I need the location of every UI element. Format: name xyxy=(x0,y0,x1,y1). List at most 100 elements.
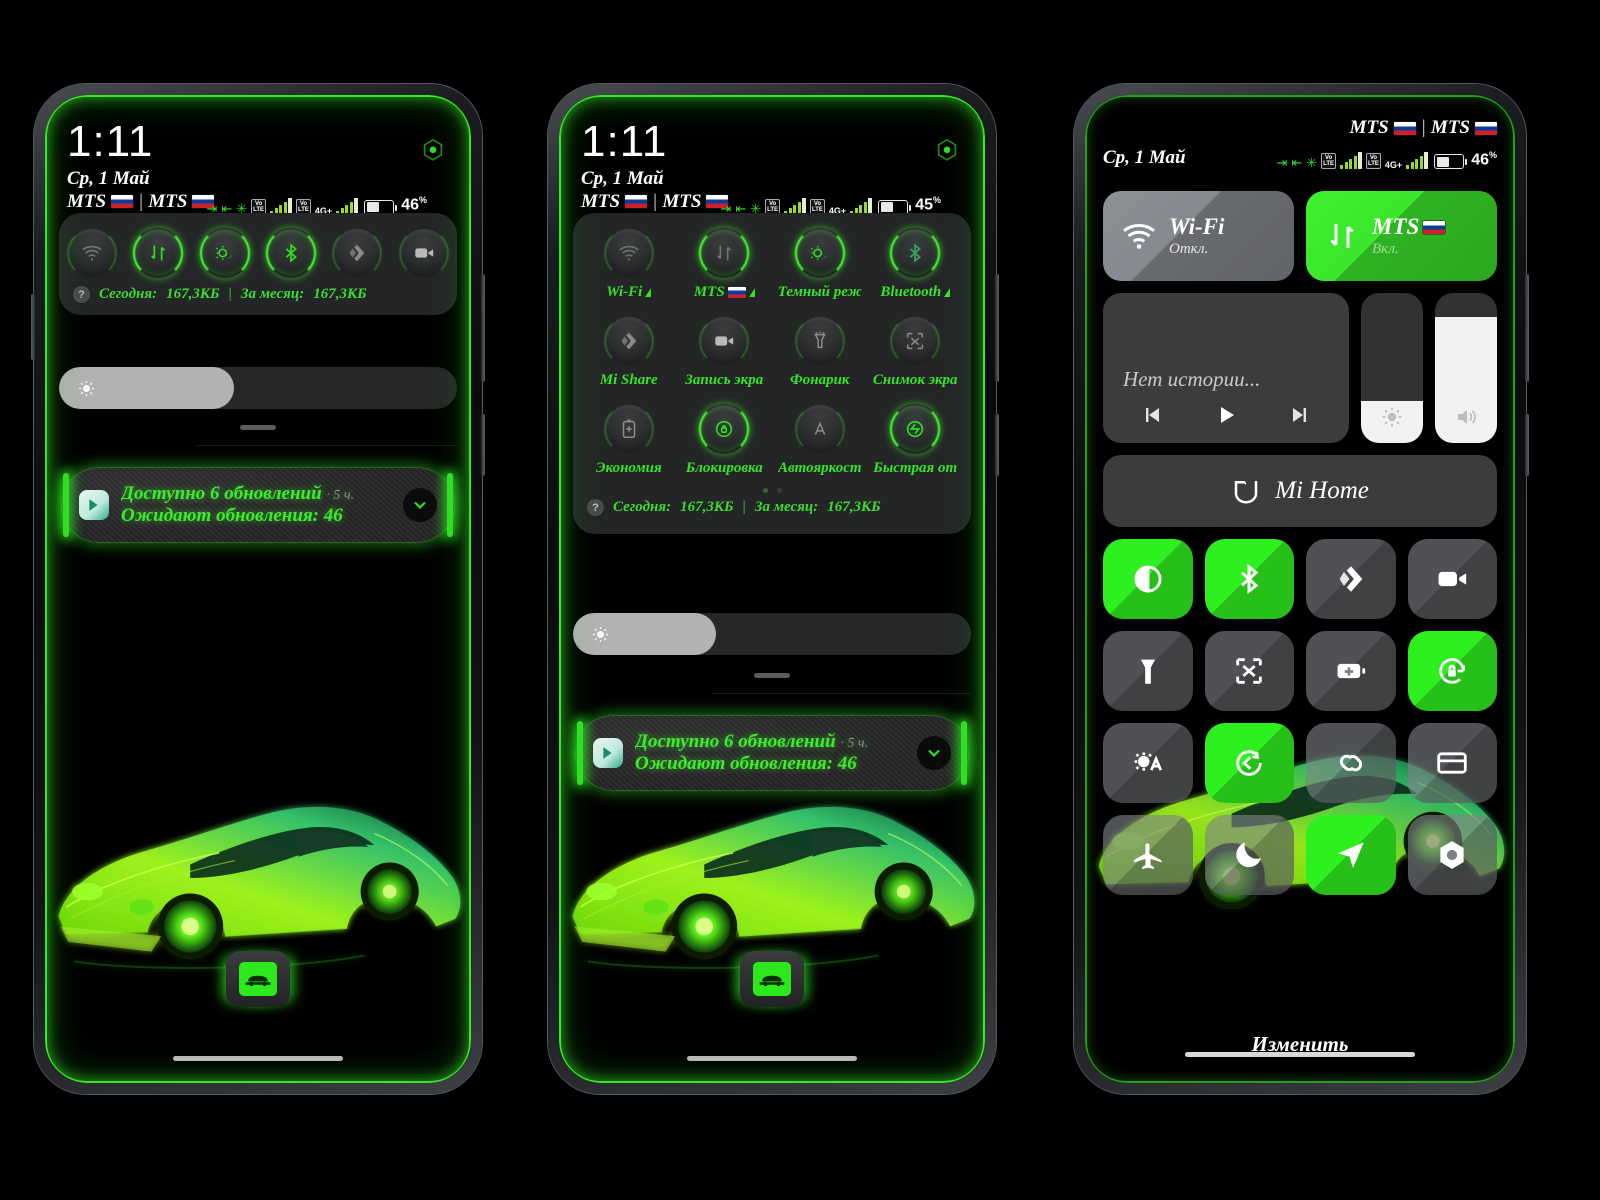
wifi-icon xyxy=(619,245,639,261)
previous-track-icon[interactable] xyxy=(1141,403,1165,427)
car-glyph-icon xyxy=(245,975,271,987)
phone2-notification-card[interactable]: Доступно 6 обновлений · 5 ч. Ожидают обн… xyxy=(575,715,969,791)
volume-slider[interactable] xyxy=(1435,293,1497,443)
airplane-tile[interactable] xyxy=(1103,815,1193,895)
month-usage-label: За месяц: xyxy=(754,499,819,515)
media-title: Нет истории... xyxy=(1123,367,1261,391)
edit-controls-button[interactable]: Изменить xyxy=(1085,1032,1515,1057)
tile-mobile-data[interactable]: MTS xyxy=(677,229,773,301)
wifi-card[interactable]: Wi-Fi Откл. xyxy=(1103,191,1294,281)
phone1-panel-handle[interactable] xyxy=(240,425,276,430)
cast-link-icon xyxy=(1339,754,1362,772)
brightness-fill xyxy=(573,613,717,655)
chevron-icon xyxy=(748,288,755,297)
network-type-label: 4G+ xyxy=(1384,160,1403,170)
play-icon[interactable] xyxy=(1214,403,1238,427)
carrier-separator: | xyxy=(1420,117,1426,138)
phone2-home-indicator[interactable] xyxy=(687,1056,857,1061)
mobile-data-toggle[interactable] xyxy=(134,229,183,277)
settings-tile[interactable] xyxy=(1407,815,1497,895)
phone1-volume-button[interactable] xyxy=(481,274,485,382)
tile-mi-share[interactable]: Mi Share xyxy=(581,317,677,389)
carrier-2-label: MTS xyxy=(1430,117,1470,138)
tile-battery-saver[interactable]: Экономия xyxy=(581,405,677,477)
phone1-brightness-slider[interactable] xyxy=(59,367,457,409)
dark-mode-tile[interactable] xyxy=(1103,539,1193,619)
battery-icon xyxy=(1434,154,1468,169)
bluetooth-tile[interactable] xyxy=(1204,539,1294,619)
mobile-data-icon xyxy=(151,245,166,261)
page-dot-active[interactable] xyxy=(762,488,768,493)
brightness-icon xyxy=(78,380,95,396)
mi-share-toggle[interactable] xyxy=(333,229,382,277)
mi-home-card[interactable]: Mi Home xyxy=(1103,455,1497,527)
tile-label: Запись экра xyxy=(685,372,764,388)
wallet-tile[interactable] xyxy=(1407,723,1497,803)
carrier-1-label: MTS xyxy=(1349,117,1389,138)
tile-flashlight[interactable]: Фонарик xyxy=(772,317,868,389)
phone1-left-button[interactable] xyxy=(31,294,35,360)
wifi-toggle[interactable] xyxy=(68,229,117,277)
screen-record-tile[interactable] xyxy=(1407,539,1497,619)
phone3-volume-button[interactable] xyxy=(1525,274,1529,382)
status-date: Ср, 1 Май xyxy=(1103,147,1186,168)
dnd-tile[interactable] xyxy=(1204,815,1294,895)
phone2-quick-settings-panel: Wi-Fi MTS Темный реж Bluetooth Mi Share … xyxy=(573,213,971,534)
brightness-slider[interactable] xyxy=(1361,293,1423,443)
page-dot[interactable] xyxy=(776,488,782,493)
tile-screenshot[interactable]: Снимок экра xyxy=(868,317,964,389)
car-app-icon[interactable] xyxy=(740,951,804,1007)
tile-quick-reply[interactable]: Быстрая от xyxy=(868,405,964,477)
tile-rotation-lock[interactable]: Блокировка xyxy=(677,405,773,477)
phone-3: MTS | MTS Ср, 1 Май ⇥ ⇤ ✳ VoLTE VoLTE xyxy=(1074,84,1529,1094)
quick-reply-icon xyxy=(1236,750,1262,776)
tile-screen-record[interactable]: Запись экра xyxy=(677,317,773,389)
tile-label: Фонарик xyxy=(789,372,850,388)
mobile-data-icon xyxy=(1330,224,1354,248)
next-track-icon[interactable] xyxy=(1287,403,1311,427)
month-usage-value: 167,3КБ xyxy=(313,286,367,302)
cast-tile[interactable] xyxy=(1306,723,1396,803)
chevron-down-icon[interactable] xyxy=(917,736,951,770)
bluetooth-toggle[interactable] xyxy=(267,229,316,277)
quick-reply-tile[interactable] xyxy=(1204,723,1294,803)
battery-saver-tile[interactable] xyxy=(1306,631,1396,711)
tile-label: Автояркост xyxy=(777,460,862,476)
media-and-sliders-row: Нет истории... xyxy=(1103,293,1497,443)
location-tile[interactable] xyxy=(1306,815,1396,895)
phone2-brightness-slider[interactable] xyxy=(573,613,971,655)
dark-mode-toggle[interactable] xyxy=(200,229,249,277)
tile-wifi[interactable]: Wi-Fi xyxy=(581,229,677,301)
phone1-home-indicator[interactable] xyxy=(173,1056,343,1061)
phone1-power-button[interactable] xyxy=(481,414,485,476)
screenshot-tile[interactable] xyxy=(1204,631,1294,711)
help-icon[interactable]: ? xyxy=(73,286,90,303)
mobile-data-card[interactable]: MTS Вкл. xyxy=(1306,191,1497,281)
do-not-disturb-icon xyxy=(1236,842,1262,868)
tile-bluetooth[interactable]: Bluetooth xyxy=(868,229,964,301)
media-player-card[interactable]: Нет истории... xyxy=(1103,293,1349,443)
notification-title: Доступно 6 обновлений xyxy=(121,483,322,504)
auto-brightness-tile[interactable] xyxy=(1103,723,1193,803)
phone2-volume-button[interactable] xyxy=(995,274,999,382)
mi-share-tile[interactable] xyxy=(1306,539,1396,619)
screen-record-toggle[interactable] xyxy=(399,229,448,277)
flashlight-tile[interactable] xyxy=(1103,631,1193,711)
help-icon[interactable]: ? xyxy=(587,499,604,516)
phone3-power-button[interactable] xyxy=(1525,414,1529,476)
car-app-icon[interactable] xyxy=(226,951,290,1007)
phone-1: 1:11 Ср, 1 Май MTS | MTS ⇥ ⇤ ✳ Vo LTE Vo… xyxy=(31,84,485,1094)
tile-dark-mode[interactable]: Темный реж xyxy=(772,229,868,301)
car-glyph-icon xyxy=(759,975,785,987)
rotation-lock-tile[interactable] xyxy=(1407,631,1497,711)
status-clock: 1:11 xyxy=(67,117,154,166)
chevron-down-icon[interactable] xyxy=(403,488,437,522)
location-icon xyxy=(1338,842,1364,869)
usage-separator: | xyxy=(228,286,232,302)
tile-auto-brightness[interactable]: Автояркост xyxy=(772,405,868,477)
phone1-notification-card[interactable]: Доступно 6 обновлений · 5 ч. Ожидают обн… xyxy=(61,467,455,543)
mi-home-icon xyxy=(1234,481,1258,504)
phone2-panel-handle[interactable] xyxy=(754,673,790,678)
settings-icon xyxy=(1440,841,1464,869)
phone2-power-button[interactable] xyxy=(995,414,999,476)
